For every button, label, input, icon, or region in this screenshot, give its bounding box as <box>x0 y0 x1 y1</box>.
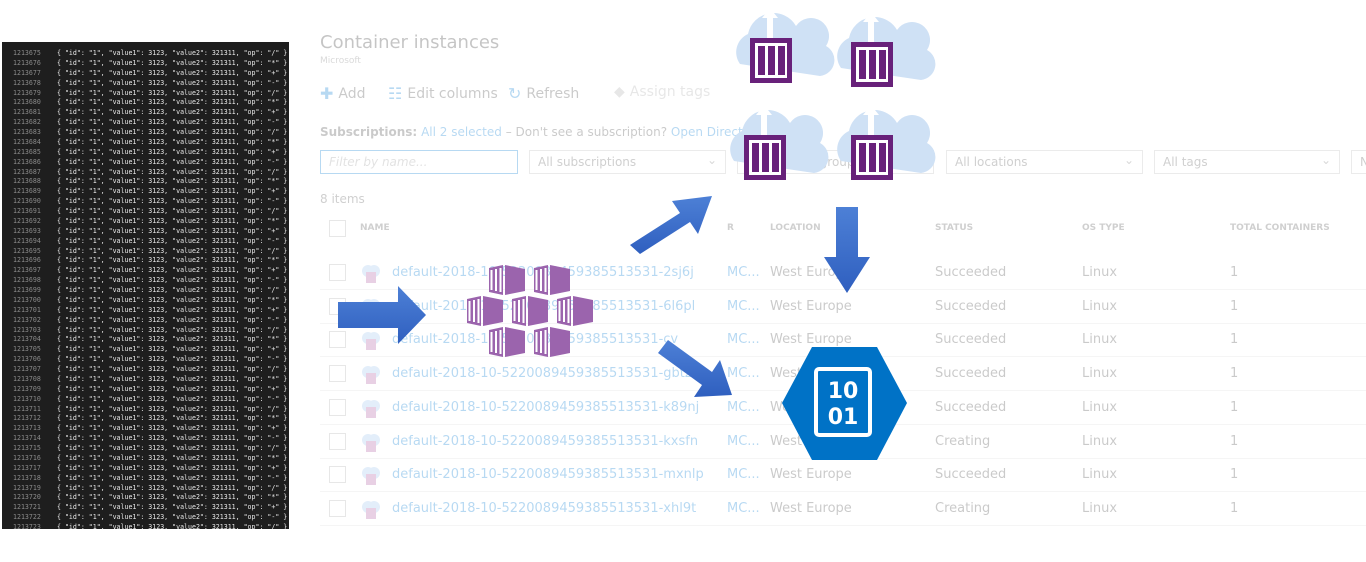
arrow-down-right-icon <box>658 340 732 397</box>
container-instance-cloud-icon <box>837 105 936 180</box>
kubernetes-cluster-icon <box>467 265 593 357</box>
storage-label-bottom: 01 <box>828 405 859 430</box>
arrow-up-right-icon <box>630 196 712 254</box>
storage-label-top: 10 <box>828 379 859 404</box>
arrow-down-icon <box>824 207 870 293</box>
container-instance-cloud-icon <box>730 105 829 180</box>
arrow-right-icon <box>338 286 426 344</box>
blob-storage-icon: 10 01 <box>782 347 907 460</box>
container-instance-cloud-icon <box>736 8 835 83</box>
container-instance-cloud-icon <box>837 12 936 87</box>
architecture-diagram: 10 01 <box>338 8 936 460</box>
